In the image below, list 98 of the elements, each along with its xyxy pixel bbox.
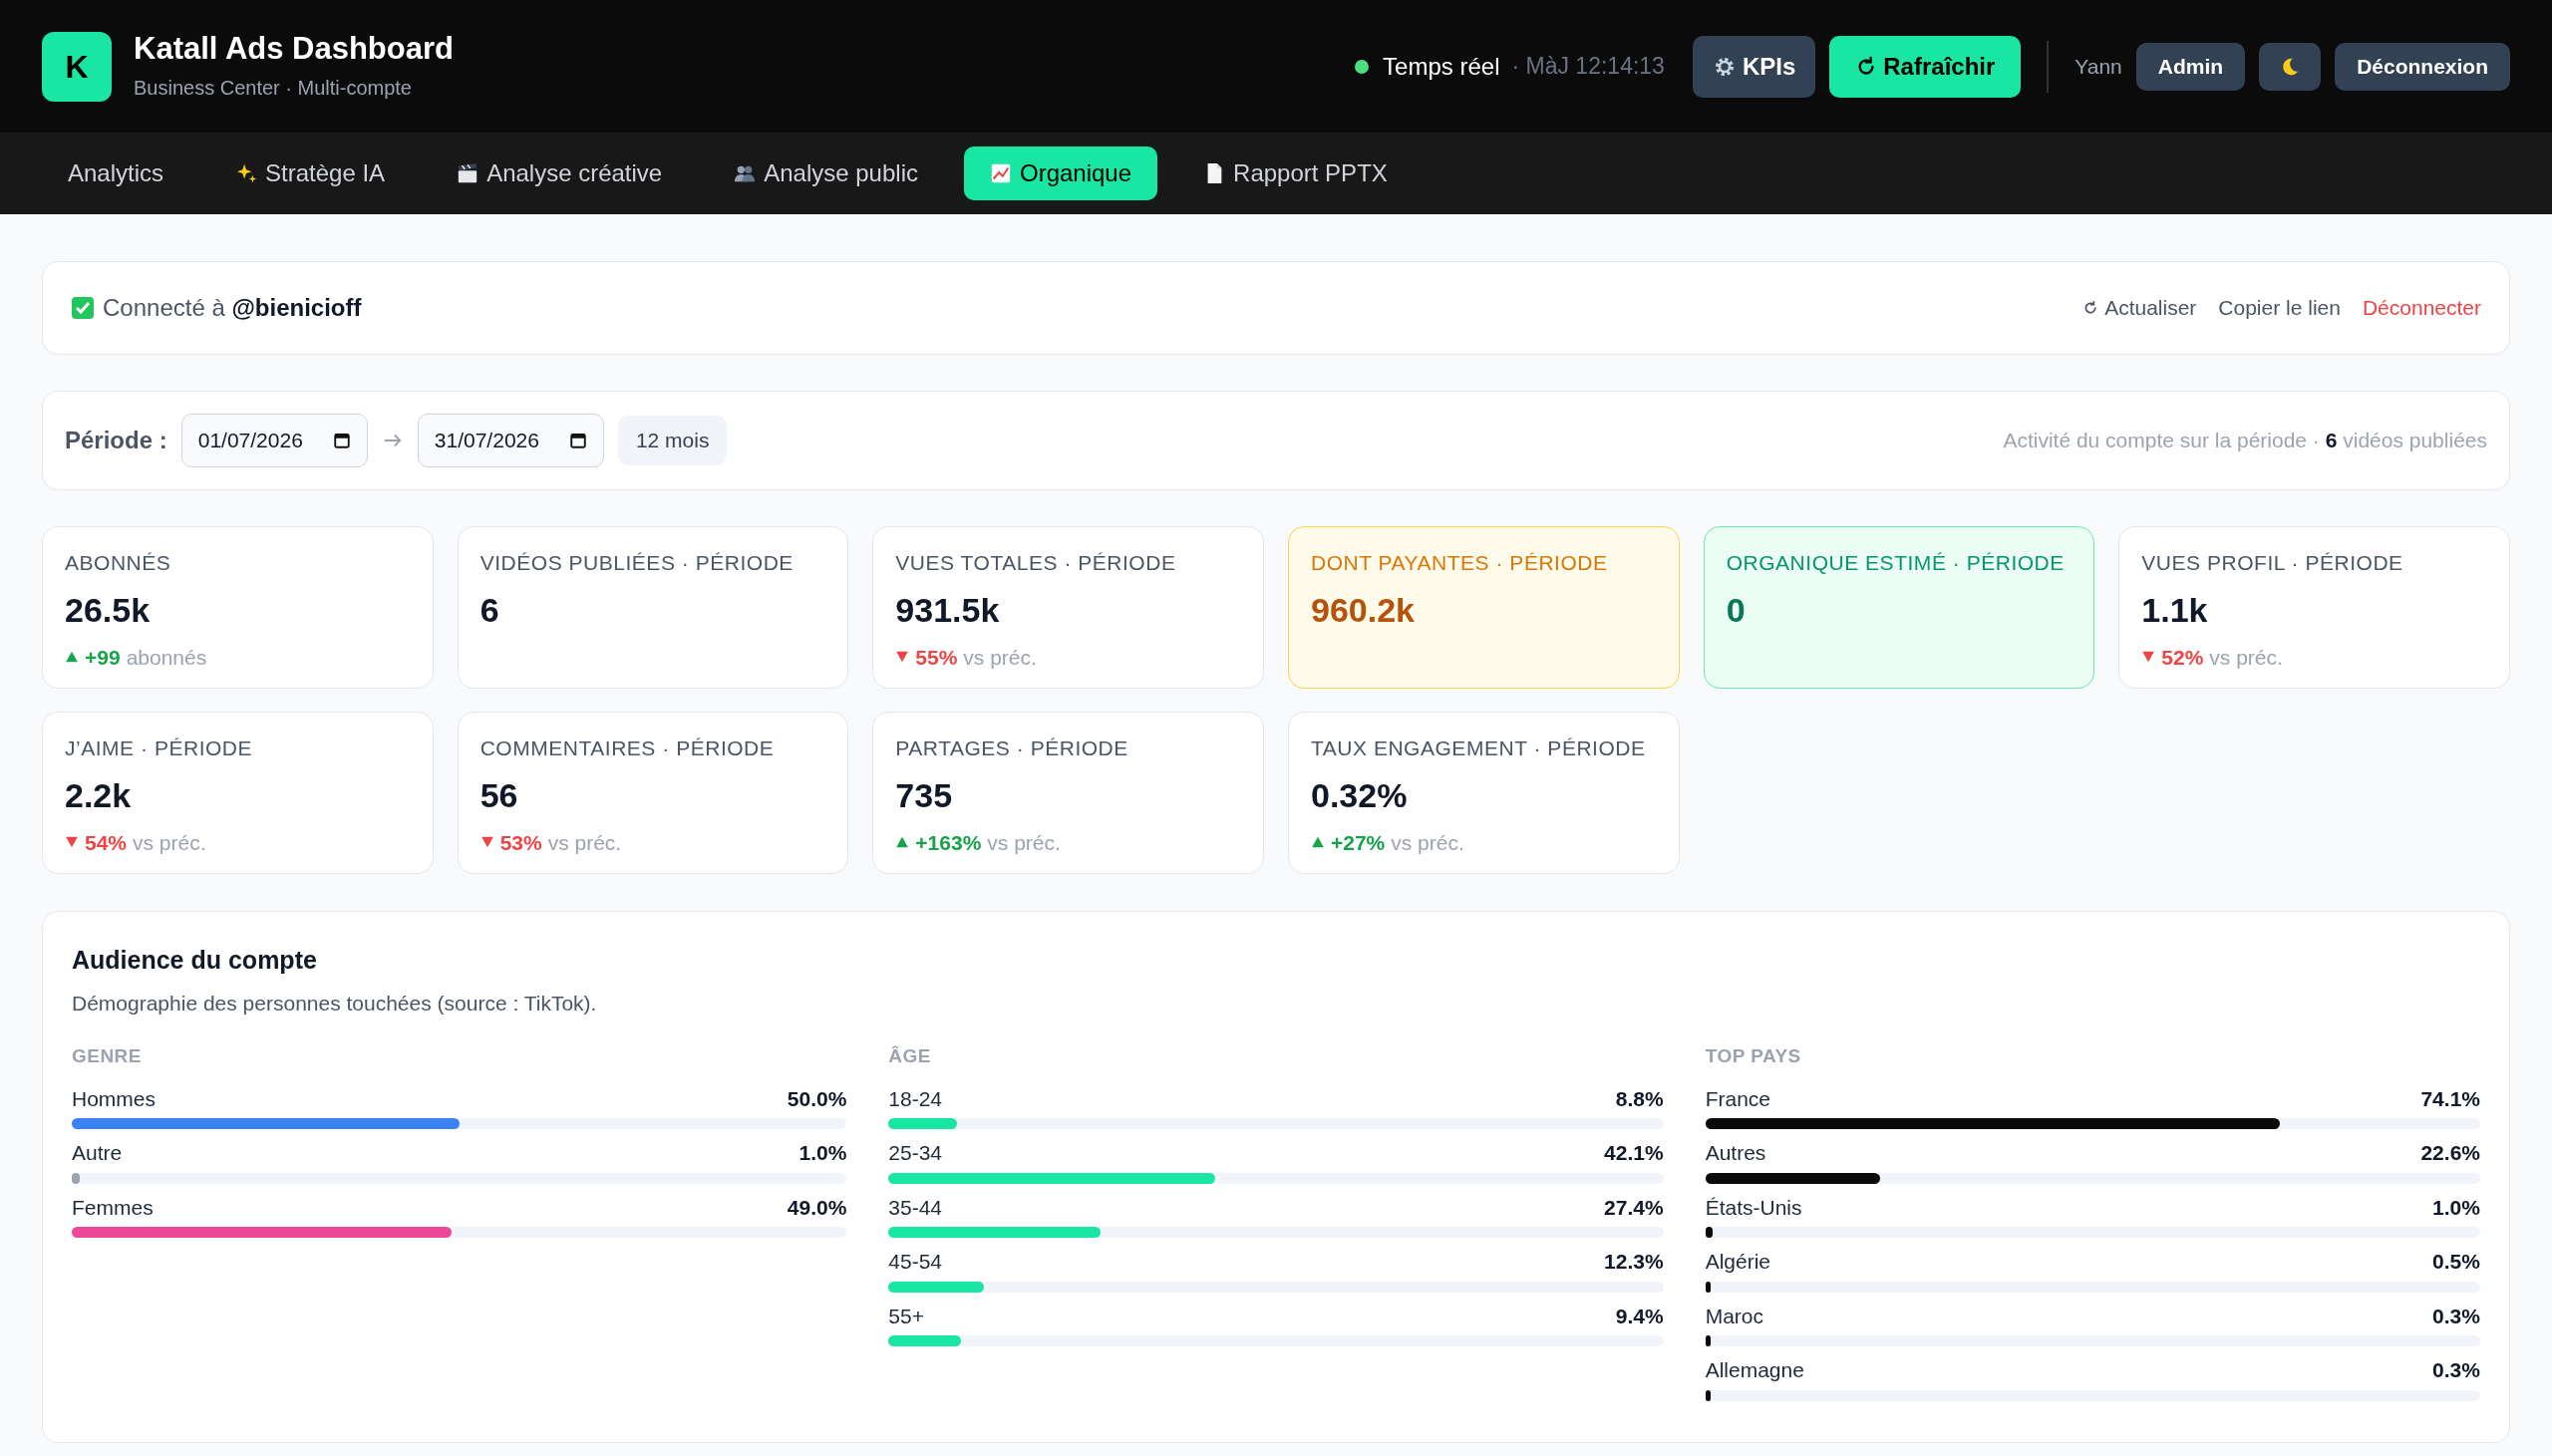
app-title: Katall Ads Dashboard (134, 30, 454, 69)
kpi-note: vs préc. (133, 829, 206, 856)
sparkles-icon (235, 162, 258, 184)
kpi-value: 735 (895, 774, 954, 816)
row-value: 50.0% (787, 1085, 847, 1112)
kpi-delta: 52% (2161, 644, 2204, 671)
period-summary: Activité du compte sur la période · 6 vidéos publiées (2003, 428, 2487, 454)
date-field[interactable]: 01/07/2026 (180, 414, 368, 467)
user-name: Yann (2074, 53, 2122, 80)
row-label: Autre (72, 1140, 123, 1166)
kpi-label: ORGANIQUE ESTIMÉ · PÉRIODE (1726, 550, 2066, 576)
row-label: Allemagne (1705, 1357, 1804, 1383)
row-label: États-Unis (1705, 1194, 1802, 1221)
row-value: 74.1% (2420, 1085, 2480, 1112)
kpi-value: 1.1k (2141, 589, 2209, 631)
row-value: 8.8% (1615, 1085, 1664, 1112)
row-label: Maroc (1705, 1303, 1763, 1329)
disconnect-link[interactable]: Déconnecter (2362, 292, 2481, 324)
date-field[interactable]: 31/07/2026 (417, 414, 604, 467)
calendar-icon (568, 432, 587, 449)
row-label: France (1705, 1085, 1770, 1112)
nav-tab[interactable]: Analyse public (708, 146, 944, 200)
kpi-value: 931.5k (895, 589, 1001, 631)
logout-button[interactable]: Déconnexion (2335, 42, 2510, 91)
row-label: Femmes (72, 1194, 154, 1221)
connection-text: Connecté à @bienicioff (103, 293, 362, 323)
kpi-note: vs préc. (963, 644, 1037, 671)
kpi-note: vs préc. (1391, 829, 1464, 856)
row-value: 0.5% (2432, 1249, 2480, 1275)
kpi-value: 960.2k (1311, 589, 1416, 631)
kpi-delta: +99 (85, 644, 121, 671)
row-label: 25-34 (888, 1140, 943, 1166)
kpi-delta: 55% (915, 644, 958, 671)
kpi-label: J’AIME · PÉRIODE (65, 735, 254, 761)
kpi-label: ABONNÉS (65, 550, 172, 576)
calendar-icon (332, 432, 351, 449)
row-label: 45-54 (888, 1249, 943, 1275)
kpi-note: abonnés (126, 644, 207, 671)
row-value: 22.6% (2420, 1140, 2480, 1166)
kpi-value: 56 (479, 774, 519, 816)
row-label: 35-44 (888, 1194, 943, 1221)
row-value: 1.0% (2432, 1194, 2480, 1221)
copy-link[interactable]: Copier le lien (2218, 292, 2341, 324)
kpi-value: 0 (1726, 589, 1747, 631)
row-value: 27.4% (1604, 1194, 1664, 1221)
preset-button[interactable]: 12 mois (617, 416, 728, 465)
refresh-button[interactable]: Rafraîchir (1829, 35, 2022, 98)
nav-tab[interactable]: Rapport PPTX (1177, 146, 1414, 200)
kpi-label: PARTAGES · PÉRIODE (895, 735, 1129, 761)
update-time: · MàJ 12:14:13 (1511, 52, 1665, 82)
kpi-delta: +27% (1331, 829, 1386, 856)
row-value: 0.3% (2432, 1357, 2480, 1383)
kpi-delta: 54% (85, 829, 128, 856)
row-label: Autres (1705, 1140, 1766, 1166)
kpi-label: COMMENTAIRES · PÉRIODE (479, 735, 776, 761)
nav-tab[interactable]: Organique (964, 146, 1158, 200)
kpi-note: vs préc. (2209, 644, 2283, 671)
kpi-delta: 53% (499, 829, 542, 856)
kpi-delta: +163% (915, 829, 982, 856)
clapperboard-icon (457, 162, 479, 184)
group-heading: ÂGE (888, 1044, 932, 1068)
row-value: 49.0% (787, 1194, 847, 1221)
kpi-note: vs préc. (987, 829, 1061, 856)
kpi-value: 26.5k (65, 589, 152, 631)
logo: K (42, 31, 112, 102)
row-value: 0.3% (2432, 1303, 2480, 1329)
section-title: Audience du compte (72, 945, 318, 976)
row-label: 18-24 (888, 1085, 943, 1112)
group-heading: GENRE (72, 1044, 143, 1068)
row-label: Algérie (1705, 1249, 1771, 1275)
nav-tab[interactable]: Stratège IA (209, 146, 412, 200)
kpi-value: 2.2k (65, 774, 133, 816)
row-value: 42.1% (1604, 1140, 1664, 1166)
group-heading: TOP PAYS (1705, 1044, 1802, 1068)
kpi-label: TAUX ENGAGEMENT · PÉRIODE (1311, 735, 1647, 761)
status-label: Temps réel (1383, 51, 1500, 82)
theme-button[interactable] (2259, 42, 2322, 91)
kpi-label: VUES PROFIL · PÉRIODE (2141, 550, 2404, 576)
app-subtitle: Business Center · Multi-compte (134, 75, 413, 101)
row-value: 9.4% (1615, 1303, 1664, 1329)
kpis-button[interactable]: KPIs (1692, 35, 1816, 98)
row-label: Hommes (72, 1085, 156, 1112)
nav-tab[interactable]: Analyse créative (431, 146, 689, 200)
row-label: 55+ (888, 1303, 924, 1329)
role-button[interactable]: Admin (2135, 42, 2246, 91)
kpi-value: 6 (479, 589, 500, 631)
row-value: 12.3% (1604, 1249, 1664, 1275)
kpi-value: 0.32% (1311, 774, 1409, 816)
period-label: Période : (65, 426, 167, 455)
refresh-link[interactable]: Actualiser (2082, 292, 2197, 324)
nav-tab[interactable]: Analytics (42, 146, 190, 200)
section-subtitle: Démographie des personnes touchées (source : TikTok). (72, 990, 598, 1017)
chart-icon (990, 162, 1012, 184)
kpi-note: vs préc. (547, 829, 622, 856)
row-value: 1.0% (798, 1140, 847, 1166)
kpi-label: VIDÉOS PUBLIÉES · PÉRIODE (479, 550, 795, 576)
kpi-label: DONT PAYANTES · PÉRIODE (1311, 550, 1609, 576)
kpi-label: VUES TOTALES · PÉRIODE (895, 550, 1177, 576)
